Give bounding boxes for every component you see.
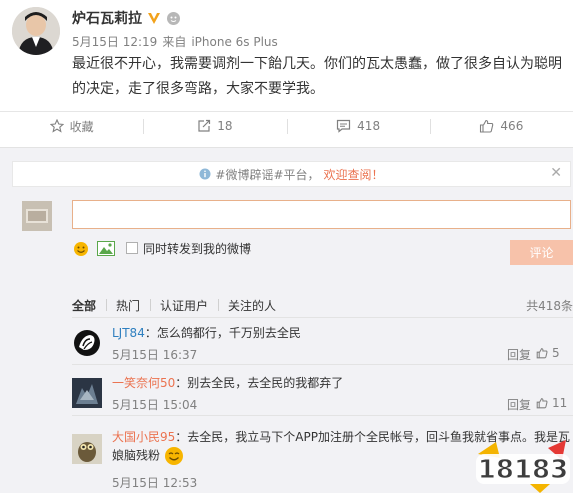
rumor-notice: #微博辟谣#平台， 欢迎查阅！ ✕ (12, 161, 571, 187)
filter-divider-line (72, 317, 573, 318)
site-watermark-logo: 18183 (476, 440, 570, 493)
comment-input[interactable] (72, 200, 571, 229)
close-icon[interactable]: ✕ (550, 165, 562, 181)
author-line: 炉石瓦莉拉 (72, 8, 181, 28)
post-source[interactable]: iPhone 6s Plus (191, 35, 277, 49)
star-icon (49, 119, 64, 133)
comment-text: 一笑奈何50：别去全民，去全民的我都弃了 (112, 374, 573, 392)
thumbs-up-icon (536, 398, 548, 409)
commenter-avatar[interactable] (72, 434, 102, 464)
comment-icon (337, 119, 351, 133)
notice-welcome: 欢迎查阅！ (323, 167, 384, 182)
like-button[interactable]: 466 (429, 112, 573, 140)
comment-body: ：怎么鸽都行，千万别去全民 (144, 326, 301, 340)
reply-button[interactable]: 回复 (507, 396, 531, 413)
my-avatar (22, 201, 52, 231)
comment-button[interactable]: 418 (286, 112, 430, 140)
favorite-label: 收藏 (69, 119, 94, 134)
filter-following[interactable]: 关注的人 (228, 297, 276, 314)
weibo-post: 炉石瓦莉拉 5月15日 12:19 来自 iPhone 6s Plus 最近很不开心… (0, 0, 573, 108)
commenter-avatar[interactable] (72, 378, 102, 408)
commenter-name[interactable]: LJT84 (112, 326, 145, 340)
filter-verified[interactable]: 认证用户 (160, 297, 208, 314)
favorite-button[interactable]: 收藏 (0, 112, 143, 140)
comment-time: 5月15日 15:04 (112, 398, 198, 412)
emoji-icon[interactable] (73, 241, 89, 257)
info-icon (199, 168, 211, 180)
member-icon[interactable] (166, 11, 181, 26)
watermark-text: 18183 (478, 455, 568, 485)
comment-body-continued: 娘脑残粉 (112, 448, 161, 463)
thumbs-up-icon (480, 119, 494, 133)
verified-badge-icon (148, 13, 160, 24)
comment-time: 5月15日 16:37 (112, 348, 198, 362)
post-text: 最近很不开心，我需要调剂一下飴几天。你们的瓦太愚蠢，做了很多自认为聪明的决定，走… (72, 56, 562, 97)
like-count: 466 (500, 119, 524, 133)
submit-comment-button[interactable]: 评论 (510, 240, 573, 265)
comment-time: 5月15日 12:53 (112, 476, 198, 490)
reply-button[interactable]: 回复 (507, 346, 531, 363)
comment-count: 418 (357, 119, 381, 133)
commenter-name[interactable]: 一笑奈何50 (112, 376, 175, 390)
author-avatar[interactable] (12, 7, 60, 55)
comment-like-count: 5 (552, 346, 560, 360)
comment-divider (72, 415, 573, 416)
post-action-bar: 收藏 18 418 466 (0, 111, 573, 140)
smile-emoji-icon (164, 447, 183, 465)
comment-divider (72, 364, 573, 365)
repost-checkbox-label: 同时转发到我的微博 (143, 242, 252, 256)
filter-hot[interactable]: 热门 (116, 297, 140, 314)
filter-divider (106, 299, 107, 311)
comment-filter-bar: 全部 热门 认证用户 关注的人 共418条 (0, 297, 573, 315)
repost-count: 18 (217, 119, 233, 133)
commenter-avatar[interactable] (72, 328, 102, 358)
author-name[interactable]: 炉石瓦莉拉 (72, 8, 142, 28)
comment-body: ：别去全民，去全民的我都弃了 (175, 376, 344, 390)
post-source-prefix: 来自 (162, 35, 187, 49)
commenter-name[interactable]: 大国小民95 (112, 430, 175, 444)
comment-like-button[interactable]: 5 (536, 346, 560, 360)
repost-icon (198, 119, 211, 132)
comment-like-count: 11 (552, 396, 568, 410)
image-icon[interactable] (97, 241, 115, 256)
filter-divider (150, 299, 151, 311)
comment-like-button[interactable]: 11 (536, 396, 567, 410)
post-meta: 5月15日 12:19 来自 iPhone 6s Plus (72, 33, 283, 50)
repost-checkbox[interactable] (126, 242, 138, 254)
notice-tag[interactable]: #微博辟谣#平台， (215, 166, 319, 183)
filter-all[interactable]: 全部 (72, 297, 96, 314)
post-date[interactable]: 5月15日 12:19 (72, 35, 157, 49)
total-comment-count: 共418条 (526, 299, 573, 313)
comment-text: LJT84：怎么鸽都行，千万别去全民 (112, 324, 573, 342)
thumbs-up-icon (536, 348, 548, 359)
repost-button[interactable]: 18 (143, 112, 286, 140)
filter-divider (218, 299, 219, 311)
